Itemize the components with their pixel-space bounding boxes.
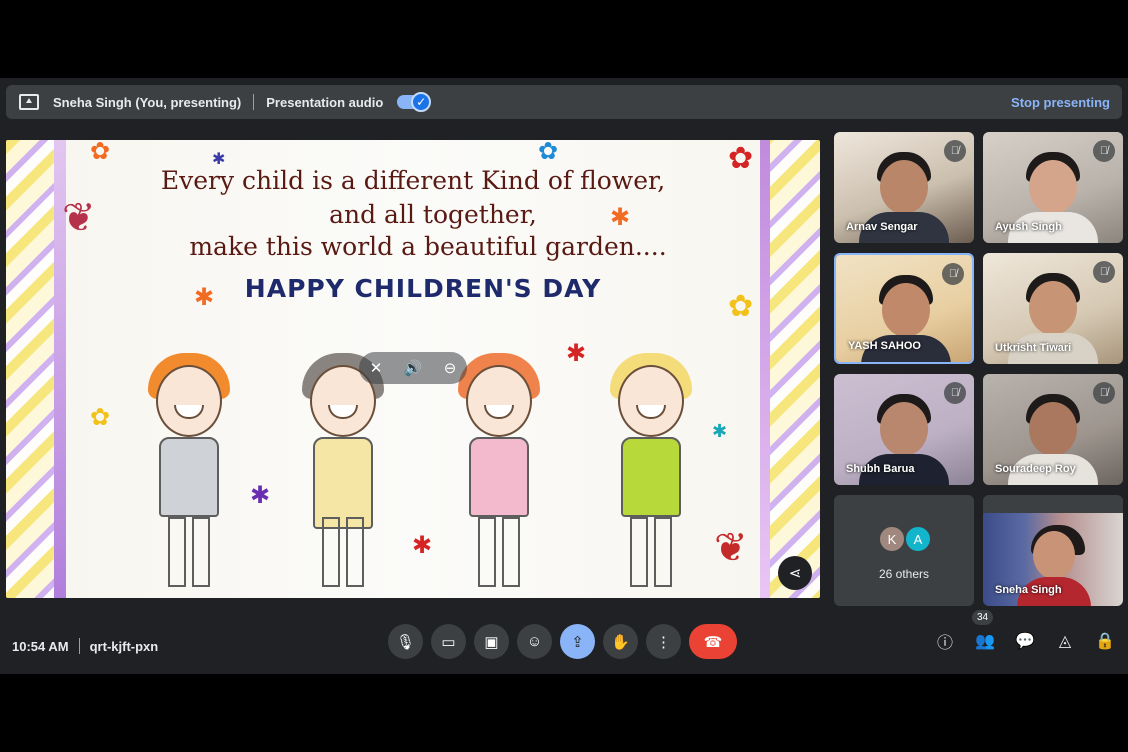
people-count-badge: 34 (972, 610, 994, 625)
flower-decoration: ✱ (250, 482, 271, 509)
meet-window: Sneha Singh (You, presenting) Presentati… (0, 78, 1128, 674)
child-illustration (134, 345, 244, 595)
branch-decoration: ❦ (62, 196, 96, 240)
phone-hangup-icon: ☎ (703, 633, 723, 651)
others-count: 26 others (878, 567, 930, 581)
meeting-time: 10:54 AM (12, 638, 69, 654)
presentation-audio-toggle[interactable]: ✓ (397, 92, 432, 112)
present-icon: ⇪ (571, 633, 584, 651)
more-options-button[interactable]: ⋮ (646, 624, 681, 659)
mic-off-icon: 🎙̸ (944, 140, 966, 162)
flower-decoration: ✱ (712, 421, 728, 441)
child-illustration (444, 345, 554, 595)
participant-tile[interactable]: 🎙̸ Ayush Singh (983, 132, 1123, 243)
emoji-icon: ☺ (526, 633, 543, 650)
pin-icon[interactable]: ✕ (370, 359, 383, 377)
mic-off-icon: 🎙̸ (942, 263, 964, 285)
meeting-code: qrt-kjft-pxn (89, 638, 159, 654)
flower-decoration: ✱ (610, 204, 631, 231)
call-controls: 🎙 ▭ ▣ ☺ ⇪ ✋ ⋮ ☎ (388, 624, 737, 659)
participant-tile-self[interactable]: Sneha Singh (983, 495, 1123, 606)
flower-decoration: ✿ (538, 140, 559, 165)
chat-button[interactable]: 💬 (1014, 630, 1036, 652)
check-icon: ✓ (411, 92, 432, 112)
divider (78, 638, 80, 654)
people-button[interactable]: 34 👥 (972, 610, 996, 652)
flower-decoration: ✱ (194, 284, 215, 311)
volume-icon[interactable]: 🔊 (404, 359, 423, 377)
flower-decoration: ✱ (212, 151, 226, 168)
camera-button[interactable]: ▭ (431, 624, 466, 659)
presentation-stage: Every child is a different Kind of flowe… (6, 140, 820, 598)
stop-presenting-button[interactable]: Stop presenting (1011, 95, 1110, 110)
participant-tile[interactable]: 🎙̸ Shubh Barua (834, 374, 974, 485)
avatar: A (904, 525, 932, 553)
slide-line-2: and all together, (329, 200, 537, 229)
bottom-bar: 10:54 AM qrt-kjft-pxn 🎙 ▭ ▣ ☺ ⇪ ✋ ⋮ ☎ ⓘ … (0, 610, 1128, 674)
mic-off-icon: 🎙̸ (1093, 382, 1115, 404)
captions-icon: ▣ (484, 633, 499, 651)
remove-icon[interactable]: ⊖ (444, 359, 457, 377)
participant-name: Sneha Singh (995, 584, 1062, 596)
raise-hand-button[interactable]: ✋ (603, 624, 638, 659)
flower-decoration: ✿ (90, 140, 111, 165)
avatar: K (878, 525, 906, 553)
presenter-label: Sneha Singh (You, presenting) (53, 94, 242, 110)
captions-button[interactable]: ▣ (474, 624, 509, 659)
activities-icon: ◬ (1058, 633, 1072, 650)
activities-button[interactable]: ◬ (1054, 630, 1076, 652)
presenting-banner: Sneha Singh (You, presenting) Presentati… (6, 85, 1122, 119)
others-avatars: K A (878, 525, 932, 553)
participant-name: Shubh Barua (846, 463, 915, 475)
share-button[interactable]: ⋖ (778, 556, 812, 590)
info-icon: ⓘ (936, 635, 953, 652)
microphone-button[interactable]: 🎙 (388, 624, 423, 659)
slide-line-1: Every child is a different Kind of flowe… (160, 166, 666, 195)
flower-decoration: ✱ (412, 532, 433, 559)
divider (253, 94, 255, 110)
leave-call-button[interactable]: ☎ (689, 624, 737, 659)
microphone-icon: 🎙 (395, 633, 416, 651)
present-button[interactable]: ⇪ (560, 624, 595, 659)
flower-decoration: ✿ (728, 142, 754, 175)
mic-off-icon: 🎙̸ (944, 382, 966, 404)
participant-tile[interactable]: 🎙̸ YASH SAHOO (834, 253, 974, 364)
branch-decoration: ❦ (714, 526, 748, 570)
host-controls-button[interactable]: 🔒 (1094, 630, 1116, 652)
child-illustration (596, 345, 706, 595)
side-controls: ⓘ 34 👥 💬 ◬ 🔒 (934, 610, 1116, 652)
share-icon: ⋖ (788, 565, 802, 582)
participant-name: Arnav Sengar (846, 221, 918, 233)
participant-name: YASH SAHOO (848, 340, 921, 352)
hand-icon: ✋ (611, 633, 630, 651)
lock-person-icon: 🔒 (1095, 633, 1115, 650)
participant-name: Ayush Singh (995, 221, 1062, 233)
mic-off-icon: 🎙̸ (1093, 261, 1115, 283)
reactions-button[interactable]: ☺ (517, 624, 552, 659)
chat-icon: 💬 (1015, 633, 1035, 650)
camera-icon: ▭ (441, 633, 456, 651)
mic-off-icon: 🎙̸ (1093, 140, 1115, 162)
present-screen-icon (19, 94, 39, 110)
presentation-audio-label: Presentation audio (266, 94, 384, 110)
pinned-tile-controls: ✕ 🔊 ⊖ (359, 352, 467, 384)
flower-decoration: ✱ (566, 340, 587, 367)
participant-tile[interactable]: 🎙̸ Souradeep Roy (983, 374, 1123, 485)
slide-headline: HAPPY CHILDREN'S DAY (244, 274, 602, 303)
others-tile[interactable]: K A 26 others (834, 495, 974, 606)
participant-name: Utkrisht Tiwari (995, 342, 1072, 354)
people-icon: 👥 (975, 633, 995, 650)
participant-tile[interactable]: 🎙̸ Utkrisht Tiwari (983, 253, 1123, 364)
slide-line-3: make this world a beautiful garden.... (189, 232, 667, 261)
participant-name: Souradeep Roy (995, 463, 1076, 475)
more-vert-icon: ⋮ (656, 633, 671, 651)
meeting-info-button[interactable]: ⓘ (934, 630, 956, 652)
flower-decoration: ✿ (90, 404, 111, 431)
flower-decoration: ✿ (728, 290, 754, 323)
participant-tile[interactable]: 🎙̸ Arnav Sengar (834, 132, 974, 243)
